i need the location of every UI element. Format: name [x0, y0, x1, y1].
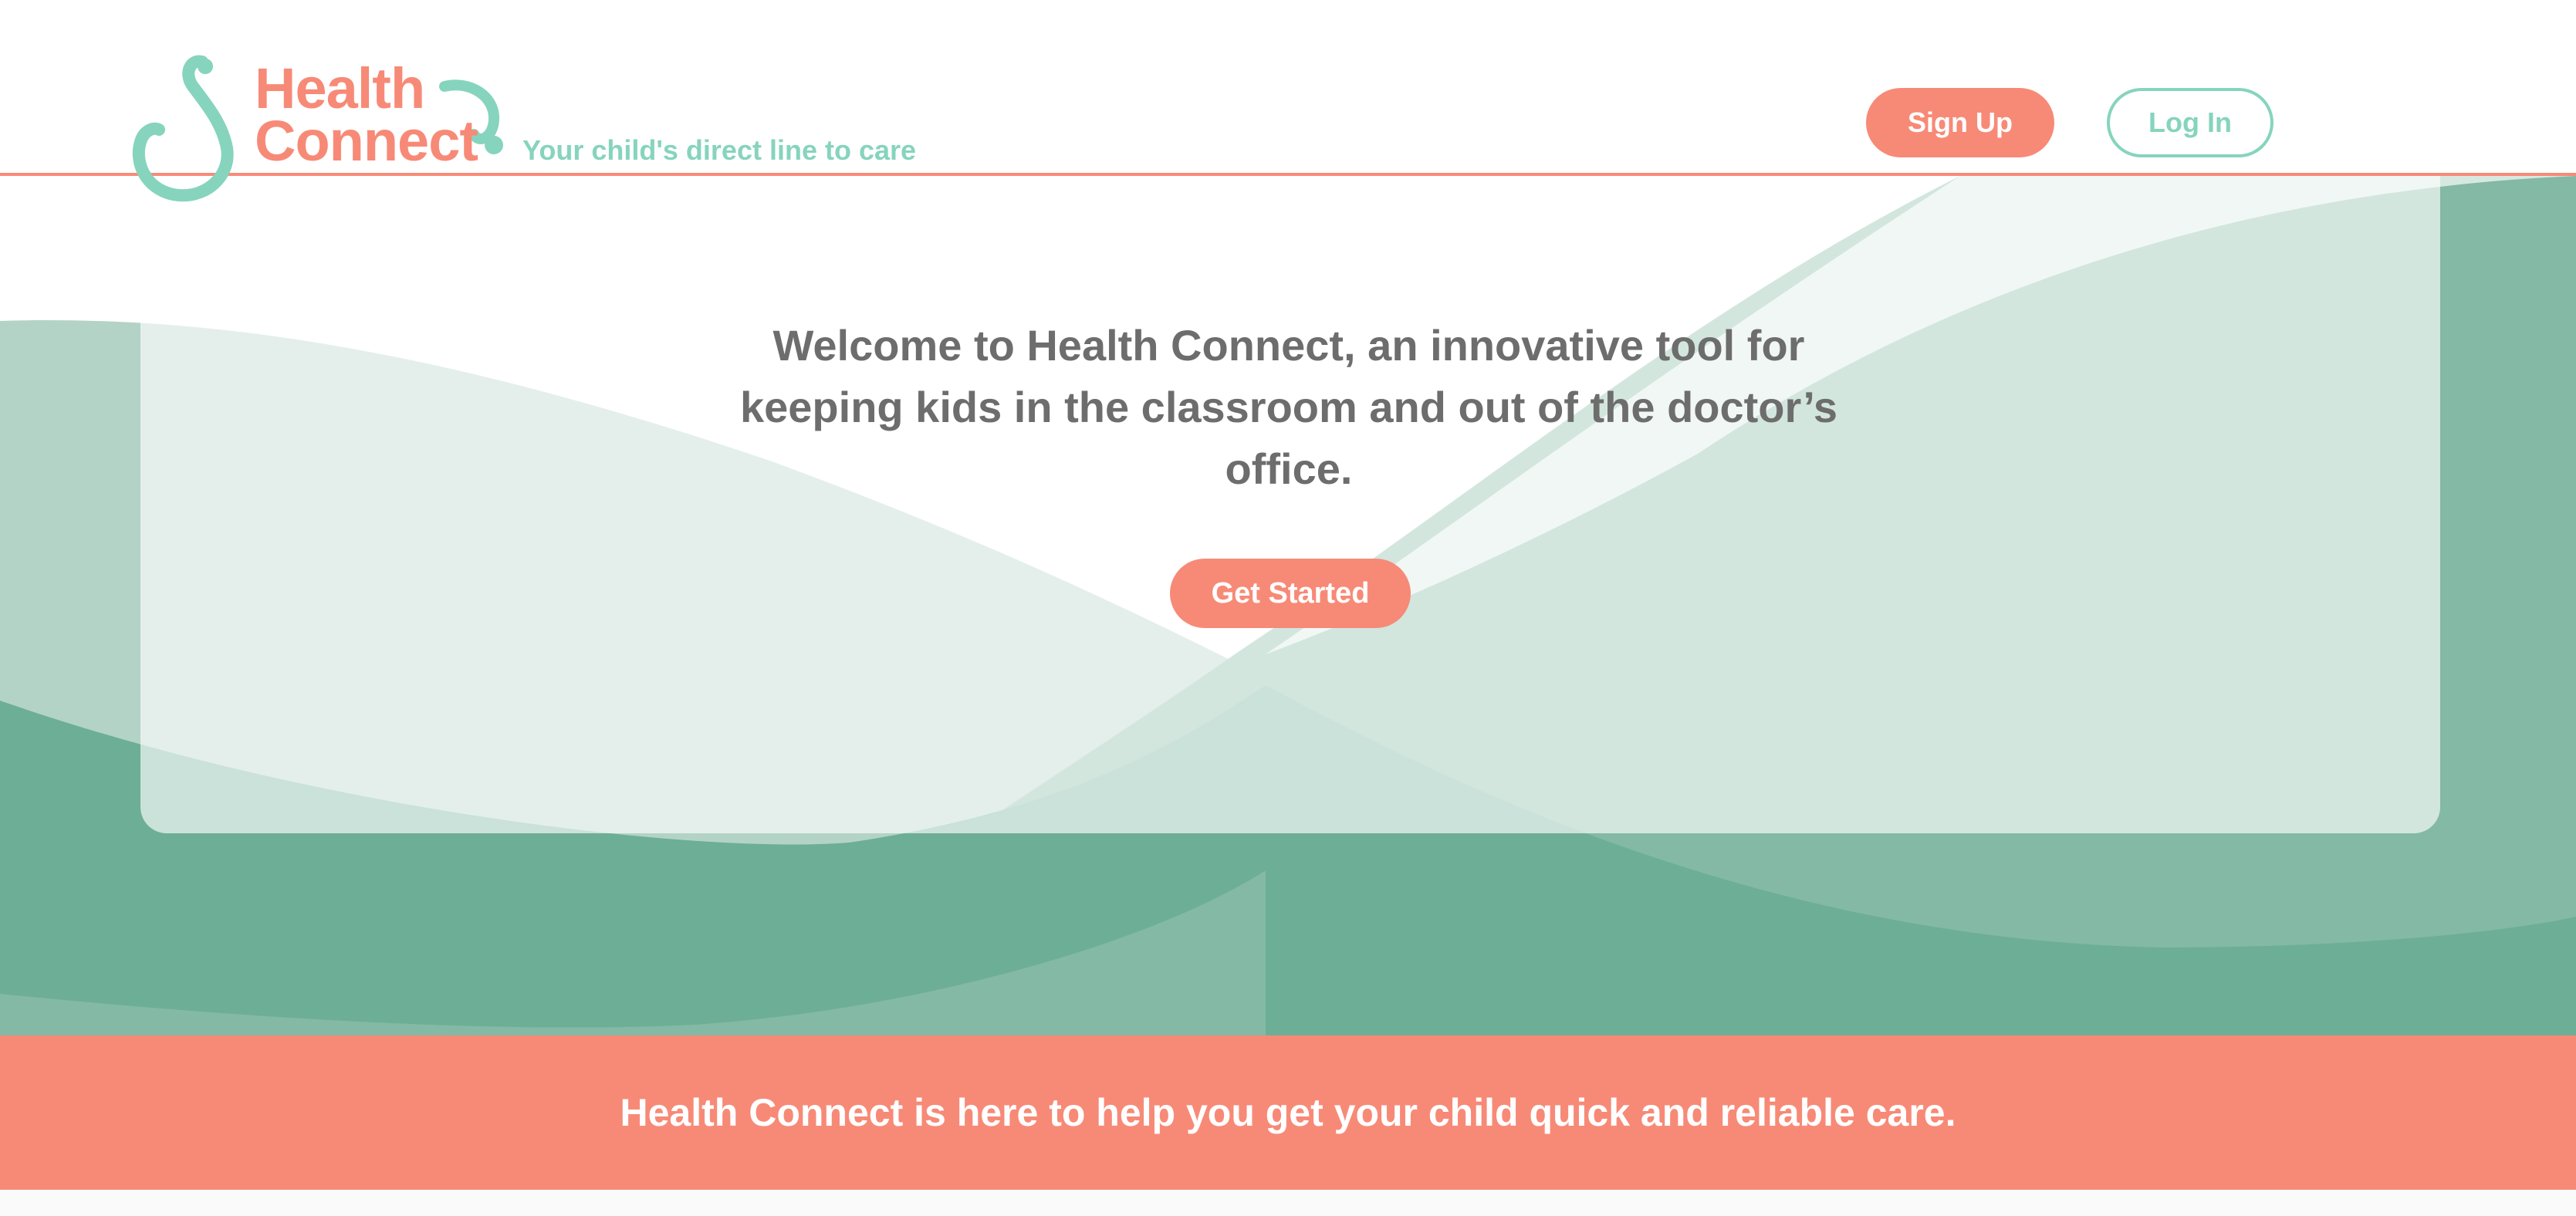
brand-tagline: Your child's direct line to care — [522, 134, 917, 166]
get-started-button[interactable]: Get Started — [1170, 559, 1411, 628]
hero-section: Welcome to Health Connect, an innovative… — [0, 176, 2576, 1035]
log-in-button[interactable]: Log In — [2107, 88, 2273, 157]
info-banner: Health Connect is here to help you get y… — [0, 1035, 2576, 1190]
landing-page: Welcome to Health Connect, an innovative… — [0, 0, 2576, 1216]
footer-strip — [0, 1190, 2576, 1216]
logo[interactable]: Health Connect — [130, 49, 516, 204]
banner-text: Health Connect is here to help you get y… — [620, 1091, 1956, 1134]
sign-up-button[interactable]: Sign Up — [1866, 88, 2054, 157]
hero-heading: Welcome to Health Connect, an innovative… — [740, 321, 1837, 493]
brand-name-line2: Connect — [255, 109, 478, 173]
hero-card — [140, 176, 2440, 833]
